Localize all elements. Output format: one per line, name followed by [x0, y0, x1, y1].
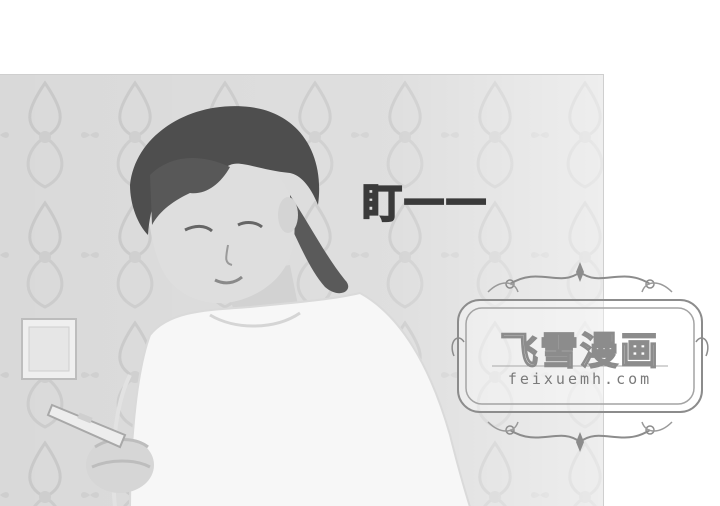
sound-effect-text: 盯一一: [361, 180, 488, 228]
watermark-url: feixuemh.com: [507, 370, 653, 388]
watermark-badge: 飞雪漫画 feixuemh.com: [448, 258, 712, 456]
watermark-title: 飞雪漫画: [499, 328, 660, 374]
light-switch: [21, 318, 77, 380]
comic-page: 盯一一 飞雪漫画 feixuemh.com: [0, 0, 720, 506]
